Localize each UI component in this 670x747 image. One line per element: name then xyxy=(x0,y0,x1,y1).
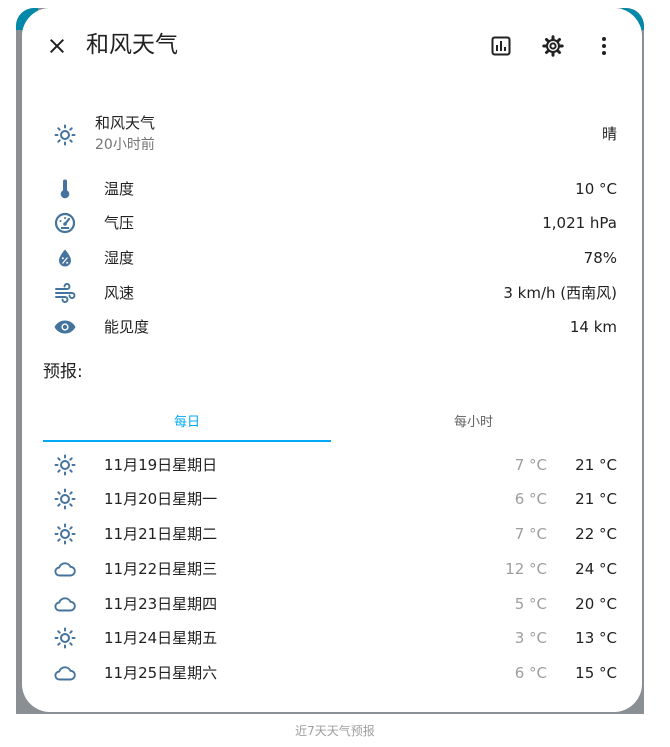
forecast-high: 20 °C xyxy=(575,595,617,613)
attribute-row-humidity: 湿度 78% xyxy=(22,243,642,273)
dialog-title: 和风天气 xyxy=(86,32,178,58)
sunny-icon xyxy=(53,626,77,650)
forecast-date: 11月22日星期三 xyxy=(104,560,218,578)
attribute-value: 78% xyxy=(583,249,617,267)
attribute-label: 温度 xyxy=(104,180,135,198)
more-button[interactable] xyxy=(584,26,624,66)
forecast-row: 11月20日星期一 6 °C 21 °C xyxy=(22,482,642,516)
forecast-date: 11月23日星期四 xyxy=(104,595,218,613)
weather-condition: 晴 xyxy=(601,125,617,143)
more-info-dialog: 和风天气 和风天气 20小时前 晴 温度 10 °C 气压 1,021 hPa … xyxy=(22,8,642,712)
forecast-high: 21 °C xyxy=(575,456,617,474)
settings-button[interactable] xyxy=(533,26,573,66)
thermometer-icon xyxy=(53,177,77,201)
attribute-label: 湿度 xyxy=(104,249,135,267)
forecast-row: 11月23日星期四 5 °C 20 °C xyxy=(22,587,642,621)
sunny-icon xyxy=(53,522,77,546)
attribute-label: 风速 xyxy=(104,284,135,302)
forecast-row: 11月21日星期二 7 °C 22 °C xyxy=(22,517,642,551)
forecast-date: 11月25日星期六 xyxy=(104,664,218,682)
forecast-row: 11月22日星期三 12 °C 24 °C xyxy=(22,552,642,586)
forecast-row: 11月24日星期五 3 °C 13 °C xyxy=(22,621,642,655)
forecast-low: 7 °C xyxy=(514,456,547,474)
weather-state-row[interactable]: 和风天气 20小时前 晴 xyxy=(22,111,642,163)
forecast-date: 11月21日星期二 xyxy=(104,525,218,543)
forecast-date: 11月19日星期日 xyxy=(104,456,218,474)
forecast-date: 11月20日星期一 xyxy=(104,490,218,508)
more-vertical-icon xyxy=(602,37,606,55)
close-icon xyxy=(50,39,64,53)
last-changed: 20小时前 xyxy=(95,137,155,153)
tab-hourly[interactable]: 每小时 xyxy=(331,396,616,444)
cloudy-icon xyxy=(53,592,77,616)
forecast-date: 11月24日星期五 xyxy=(104,629,218,647)
forecast-high: 22 °C xyxy=(575,525,617,543)
history-button[interactable] xyxy=(481,26,521,66)
forecast-low: 6 °C xyxy=(514,490,547,508)
forecast-tabs: 每日 每小时 xyxy=(43,396,616,444)
attribute-value: 1,021 hPa xyxy=(542,214,617,232)
sunny-icon xyxy=(53,123,77,147)
forecast-low: 6 °C xyxy=(514,664,547,682)
tab-daily[interactable]: 每日 xyxy=(43,396,331,444)
forecast-low: 5 °C xyxy=(514,595,547,613)
image-caption: 近7天天气预报 xyxy=(295,724,375,738)
attribute-row-pressure: 气压 1,021 hPa xyxy=(22,208,642,238)
gauge-icon xyxy=(53,211,77,235)
attribute-row-visibility: 能见度 14 km xyxy=(22,312,642,342)
forecast-heading: 预报: xyxy=(43,362,83,382)
forecast-high: 13 °C xyxy=(575,629,617,647)
attribute-row-wind: 风速 3 km/h (西南风) xyxy=(22,278,642,308)
sunny-icon xyxy=(53,487,77,511)
water-percent-icon xyxy=(53,246,77,270)
chart-icon xyxy=(491,36,511,56)
dialog-header: 和风天气 xyxy=(22,8,642,84)
attribute-value: 10 °C xyxy=(575,180,617,198)
sunny-icon xyxy=(53,453,77,477)
cloudy-icon xyxy=(53,557,77,581)
forecast-row: 11月25日星期六 6 °C 15 °C xyxy=(22,656,642,690)
gear-icon xyxy=(542,35,564,57)
eye-icon xyxy=(53,315,77,339)
attribute-value: 14 km xyxy=(569,318,617,336)
forecast-high: 24 °C xyxy=(575,560,617,578)
attribute-label: 气压 xyxy=(104,214,135,232)
forecast-high: 21 °C xyxy=(575,490,617,508)
forecast-row: 11月19日星期日 7 °C 21 °C xyxy=(22,448,642,482)
forecast-high: 15 °C xyxy=(575,664,617,682)
attribute-label: 能见度 xyxy=(104,318,150,336)
forecast-low: 3 °C xyxy=(514,629,547,647)
forecast-low: 12 °C xyxy=(505,560,547,578)
attribute-value: 3 km/h (西南风) xyxy=(503,284,617,302)
cloudy-icon xyxy=(53,661,77,685)
attribute-row-temperature: 温度 10 °C xyxy=(22,174,642,204)
close-button[interactable] xyxy=(37,26,77,66)
wind-icon xyxy=(53,281,77,305)
entity-name: 和风天气 xyxy=(95,114,156,132)
tab-indicator xyxy=(43,440,331,442)
forecast-low: 7 °C xyxy=(514,525,547,543)
